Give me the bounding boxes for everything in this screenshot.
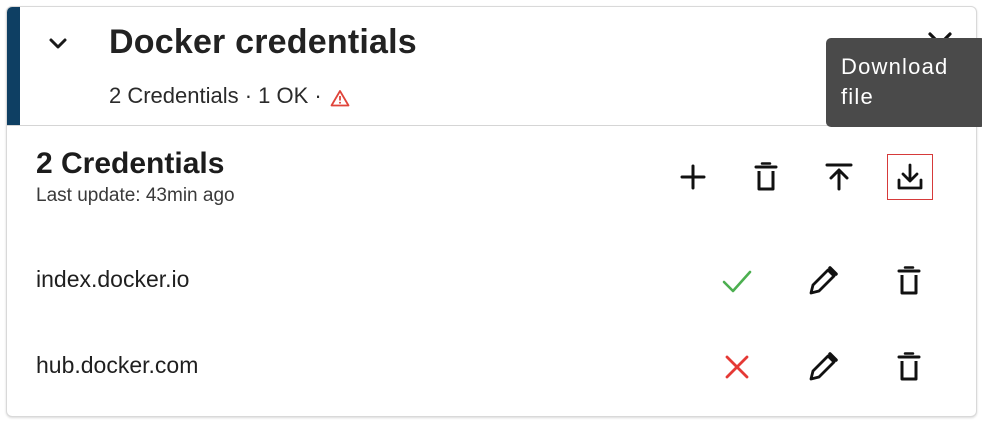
edit-credential-button[interactable] [801, 259, 845, 303]
trash-icon [897, 266, 921, 295]
credential-row: hub.docker.com [7, 337, 976, 397]
download-tooltip: Download file [826, 38, 982, 127]
delete-all-button[interactable] [744, 155, 788, 199]
upload-icon [825, 163, 853, 191]
trash-icon [754, 162, 778, 191]
download-icon [897, 163, 923, 190]
credential-host: hub.docker.com [36, 352, 199, 378]
upload-button[interactable] [817, 155, 861, 199]
list-title: 2 Credentials [36, 147, 225, 180]
warning-triangle-icon [330, 87, 350, 107]
summary-text: 2 Credentials · 1 OK · [109, 83, 322, 108]
delete-credential-button[interactable] [887, 345, 931, 389]
credential-row: index.docker.io [7, 251, 976, 311]
add-credential-button[interactable] [671, 155, 715, 199]
credentials-summary: 2 Credentials · 1 OK · [109, 83, 350, 109]
tooltip-line-1: Download [841, 54, 949, 79]
pencil-icon [809, 352, 838, 381]
plus-icon [680, 164, 706, 190]
trash-icon [897, 352, 921, 381]
edit-credential-button[interactable] [801, 345, 845, 389]
panel-title: Docker credentials [109, 23, 417, 61]
chevron-down-icon[interactable] [43, 29, 73, 59]
check-icon [715, 259, 759, 303]
accent-bar [7, 7, 20, 125]
cross-icon [715, 345, 759, 389]
last-update-text: Last update: 43min ago [36, 185, 235, 206]
tooltip-line-2: file [841, 84, 874, 109]
download-file-button[interactable] [887, 154, 933, 200]
pencil-icon [809, 266, 838, 295]
credential-host: index.docker.io [36, 266, 190, 292]
delete-credential-button[interactable] [887, 259, 931, 303]
